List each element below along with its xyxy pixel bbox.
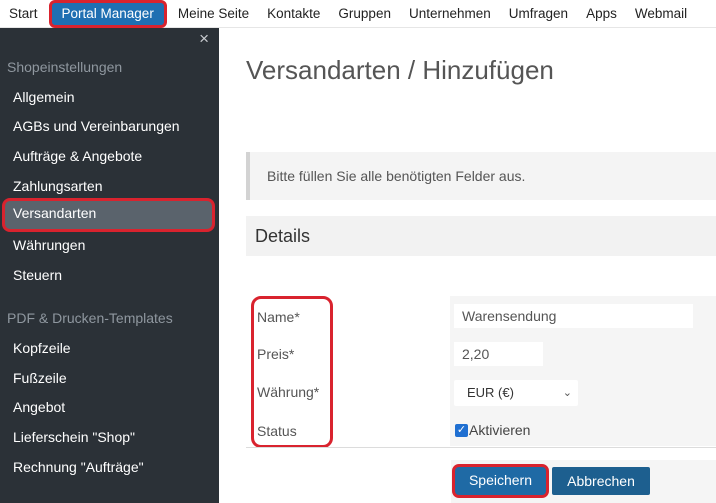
details-heading: Details: [255, 226, 311, 246]
sidebar-item-auftraege[interactable]: Aufträge & Angebote: [0, 141, 219, 171]
form-divider: [246, 447, 716, 448]
sidebar-item-steuern[interactable]: Steuern: [0, 260, 219, 290]
close-icon[interactable]: ×: [199, 30, 209, 48]
currency-label: Währung*: [257, 384, 320, 400]
nav-item-webmail[interactable]: Webmail: [626, 0, 696, 28]
sidebar-item-agbs[interactable]: AGBs und Vereinbarungen: [0, 111, 219, 141]
sidebar: × Shopeinstellungen Allgemein AGBs und V…: [0, 28, 219, 503]
sidebar-item-fusszeile[interactable]: Fußzeile: [0, 363, 219, 393]
status-label: Status: [257, 423, 297, 439]
nav-item-kontakte[interactable]: Kontakte: [258, 0, 329, 28]
status-checkbox[interactable]: ✓: [455, 424, 468, 437]
save-button[interactable]: Speichern: [452, 464, 549, 498]
details-form: Name* Preis* Währung* Status Warensendun…: [246, 256, 716, 448]
details-header: Details: [246, 216, 716, 256]
name-label: Name*: [257, 309, 300, 325]
page-title: Versandarten / Hinzufügen: [246, 55, 554, 85]
main-content: Versandarten / Hinzufügen Bitte füllen S…: [219, 28, 716, 503]
nav-item-gruppen[interactable]: Gruppen: [329, 0, 400, 28]
cancel-button[interactable]: Abbrechen: [552, 467, 650, 495]
sidebar-section-pdf-templates: PDF & Drucken-Templates: [7, 310, 173, 326]
nav-item-start[interactable]: Start: [0, 0, 47, 28]
sidebar-item-angebot[interactable]: Angebot: [0, 392, 219, 422]
price-label: Preis*: [257, 346, 295, 362]
nav-item-apps[interactable]: Apps: [577, 0, 626, 28]
currency-select[interactable]: EUR (€) ⌄: [454, 380, 578, 406]
sidebar-item-versandarten[interactable]: Versandarten: [2, 198, 215, 232]
chevron-down-icon: ⌄: [562, 387, 572, 399]
currency-select-value: EUR (€): [467, 385, 514, 400]
status-checkbox-label[interactable]: Aktivieren: [469, 422, 530, 438]
sidebar-item-zahlungsarten[interactable]: Zahlungsarten: [0, 171, 219, 201]
sidebar-item-lieferschein[interactable]: Lieferschein "Shop": [0, 422, 219, 452]
nav-item-meine-seite[interactable]: Meine Seite: [169, 0, 258, 28]
sidebar-item-kopfzeile[interactable]: Kopfzeile: [0, 333, 219, 363]
info-box: Bitte füllen Sie alle benötigten Felder …: [246, 152, 716, 200]
sidebar-item-allgemein[interactable]: Allgemein: [0, 82, 219, 112]
info-text: Bitte füllen Sie alle benötigten Felder …: [267, 168, 526, 184]
sidebar-item-waehrungen[interactable]: Währungen: [0, 230, 219, 260]
price-input[interactable]: 2,20: [454, 342, 543, 366]
nav-item-portal-manager[interactable]: Portal Manager: [48, 0, 167, 28]
sidebar-item-rechnung[interactable]: Rechnung "Aufträge": [0, 452, 219, 482]
sidebar-section-shopeinstellungen: Shopeinstellungen: [7, 59, 123, 75]
name-input[interactable]: Warensendung: [454, 304, 693, 328]
top-navigation: Start Portal Manager Meine Seite Kontakt…: [0, 0, 716, 28]
nav-item-umfragen[interactable]: Umfragen: [500, 0, 577, 28]
nav-item-unternehmen[interactable]: Unternehmen: [400, 0, 500, 28]
